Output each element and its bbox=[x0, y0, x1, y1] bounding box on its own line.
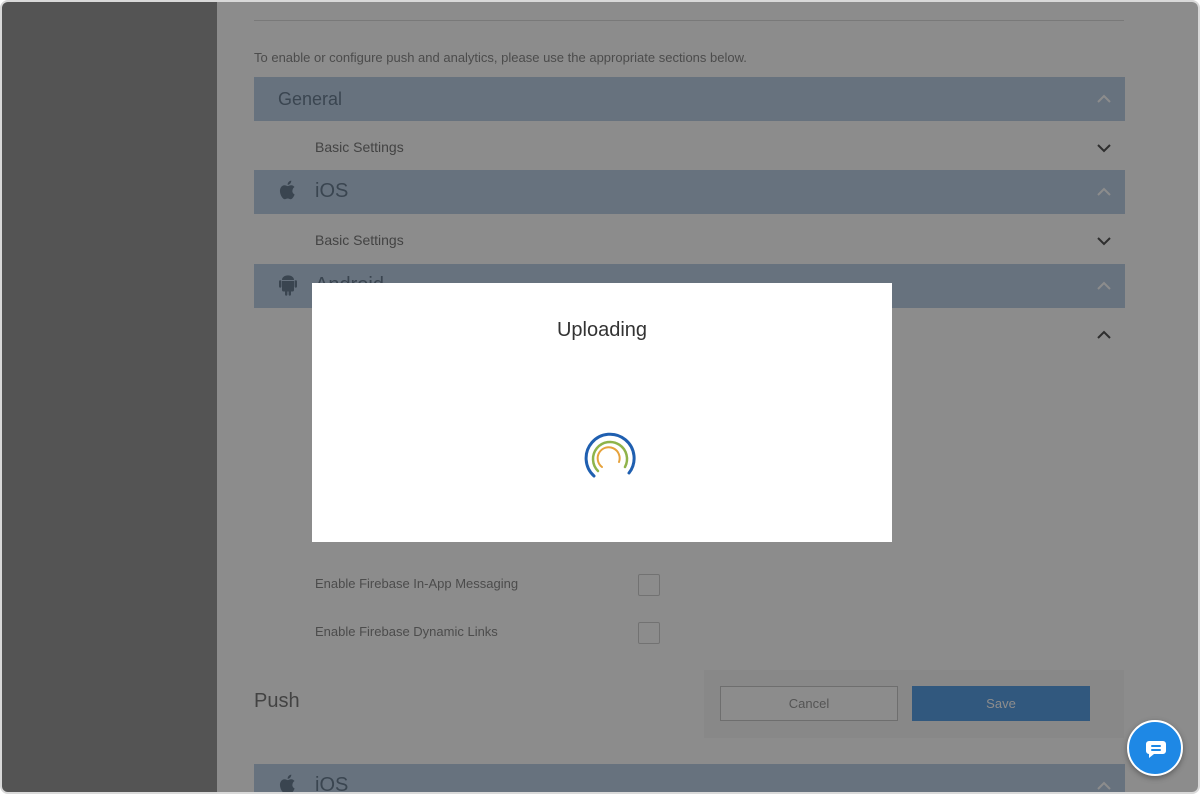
dialog-title: Uploading bbox=[556, 319, 648, 341]
app-window: To enable or configure push and analytic… bbox=[0, 0, 1200, 794]
chat-icon bbox=[1146, 741, 1166, 758]
chat-launcher-button[interactable] bbox=[1127, 720, 1183, 776]
upload-dialog: Uploading bbox=[312, 283, 892, 542]
loading-spinner-icon bbox=[584, 432, 636, 478]
